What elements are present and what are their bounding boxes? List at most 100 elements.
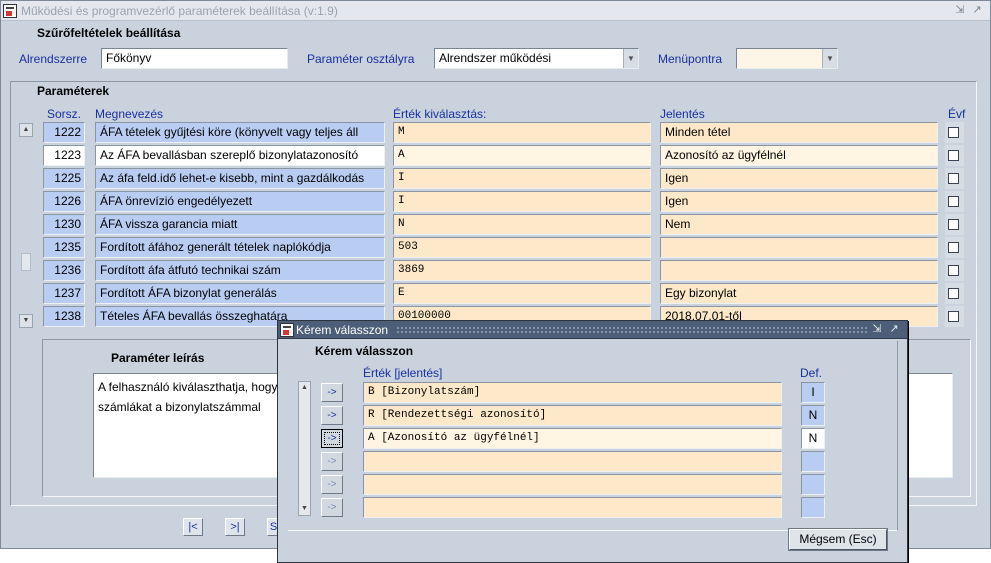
- subsystem-label: Alrendszerre: [19, 52, 88, 66]
- dialog-scrollbar[interactable]: ▲ ▼: [298, 381, 311, 516]
- row-meaning: [660, 260, 938, 281]
- select-arrow-button[interactable]: ->: [321, 383, 343, 402]
- header-num: Sorsz.: [47, 107, 82, 121]
- option-value[interactable]: [363, 451, 782, 472]
- row-num[interactable]: 1235: [43, 237, 85, 258]
- row-meaning: Nem: [660, 214, 938, 235]
- option-value[interactable]: [363, 474, 782, 495]
- row-value[interactable]: 3869: [393, 260, 651, 281]
- subsystem-field[interactable]: Főkönyv: [101, 48, 288, 69]
- maximize-icon[interactable]: ↗: [887, 322, 901, 336]
- row-num[interactable]: 1230: [43, 214, 85, 235]
- filters-panel: Alrendszerre Főkönyv Paraméter osztályra…: [10, 43, 977, 77]
- menu-select[interactable]: ▼: [736, 48, 838, 69]
- menu-label: Menüpontra: [658, 52, 723, 66]
- option-value[interactable]: B [Bizonylatszám]: [363, 382, 782, 403]
- select-arrow-button[interactable]: ->: [321, 475, 343, 494]
- select-arrow-button[interactable]: ->: [321, 452, 343, 471]
- titlebar-texture: [396, 326, 869, 334]
- row-name[interactable]: ÁFA vissza garancia miatt: [95, 214, 385, 235]
- option-def: N: [801, 428, 825, 449]
- row-checkbox[interactable]: [948, 127, 959, 138]
- option-value[interactable]: A [Azonosító az ügyfélnél]: [363, 428, 782, 449]
- option-def: [801, 451, 825, 472]
- header-year: Évf: [948, 107, 966, 121]
- dialog-titlebar: Kérem válasszon ⇲ ↗: [278, 321, 907, 339]
- description-title: Paraméter leírás: [111, 351, 205, 365]
- choice-dialog: Kérem válasszon ⇲ ↗ Kérem válasszon Érté…: [277, 320, 908, 563]
- row-name[interactable]: Fordított ÁFA bizonylat generálás: [95, 283, 385, 304]
- row-num[interactable]: 1222: [43, 122, 85, 143]
- main-titlebar: Működési és programvezérlő paraméterek b…: [1, 1, 990, 21]
- minimize-icon[interactable]: ⇲: [870, 322, 884, 336]
- window-title: Működési és programvezérlő paraméterek b…: [21, 4, 338, 18]
- row-value[interactable]: M: [393, 122, 651, 143]
- select-arrow-button[interactable]: ->: [321, 429, 343, 448]
- scroll-down-icon[interactable]: ▼: [299, 503, 310, 515]
- row-checkbox[interactable]: [948, 173, 959, 184]
- chevron-down-icon[interactable]: ▼: [822, 49, 837, 68]
- filters-title: Szűrőfeltételek beállítása: [37, 26, 181, 40]
- cancel-button[interactable]: Mégsem (Esc): [788, 528, 888, 551]
- header-value: Érték kiválasztás:: [393, 107, 487, 121]
- row-checkbox[interactable]: [948, 242, 959, 253]
- row-value[interactable]: A: [393, 145, 651, 166]
- row-checkbox[interactable]: [948, 288, 959, 299]
- row-checkbox[interactable]: [948, 196, 959, 207]
- option-def: [801, 497, 825, 518]
- option-def: N: [801, 405, 825, 426]
- row-meaning: [660, 237, 938, 258]
- scrollbar-thumb[interactable]: [21, 253, 31, 271]
- row-name[interactable]: ÁFA tételek gyűjtési köre (könyvelt vagy…: [95, 122, 385, 143]
- row-checkbox[interactable]: [948, 265, 959, 276]
- row-checkbox[interactable]: [948, 219, 959, 230]
- select-arrow-button[interactable]: ->: [321, 406, 343, 425]
- row-value[interactable]: 503: [393, 237, 651, 258]
- row-num[interactable]: 1238: [43, 306, 85, 327]
- scroll-up-icon[interactable]: ▲: [19, 123, 33, 137]
- option-def: [801, 474, 825, 495]
- select-arrow-button[interactable]: ->: [321, 498, 343, 517]
- dialog-title: Kérem válasszon: [296, 323, 389, 337]
- row-name[interactable]: Az ÁFA bevallásban szereplő bizonylatazo…: [95, 145, 385, 166]
- class-label: Paraméter osztályra: [307, 52, 415, 66]
- row-num[interactable]: 1225: [43, 168, 85, 189]
- app-icon: [3, 4, 17, 18]
- scroll-up-icon[interactable]: ▲: [299, 382, 310, 394]
- row-meaning: Azonosító az ügyfélnél: [660, 145, 938, 166]
- params-title: Paraméterek: [37, 84, 110, 98]
- row-name[interactable]: Fordított áfa átfutó technikai szám: [95, 260, 385, 281]
- option-def: I: [801, 382, 825, 403]
- option-value[interactable]: [363, 497, 782, 518]
- row-name[interactable]: Az áfa feld.idő lehet-e kisebb, mint a g…: [95, 168, 385, 189]
- class-select[interactable]: Alrendszer működési ▼: [434, 48, 639, 69]
- last-record-button[interactable]: >|: [225, 518, 245, 536]
- row-checkbox[interactable]: [948, 150, 959, 161]
- row-num[interactable]: 1226: [43, 191, 85, 212]
- row-num[interactable]: 1237: [43, 283, 85, 304]
- row-num[interactable]: 1236: [43, 260, 85, 281]
- row-value[interactable]: N: [393, 214, 651, 235]
- row-checkbox[interactable]: [948, 311, 959, 322]
- row-meaning: Igen: [660, 168, 938, 189]
- dialog-def-header: Def.: [800, 366, 823, 380]
- dialog-heading: Kérem válasszon: [315, 344, 414, 358]
- maximize-icon[interactable]: ↗: [970, 3, 984, 17]
- row-value[interactable]: I: [393, 168, 651, 189]
- scroll-down-icon[interactable]: ▼: [19, 314, 33, 328]
- row-meaning: Egy bizonylat: [660, 283, 938, 304]
- row-meaning: Minden tétel: [660, 122, 938, 143]
- row-meaning: Igen: [660, 191, 938, 212]
- row-value[interactable]: E: [393, 283, 651, 304]
- header-meaning: Jelentés: [660, 107, 705, 121]
- row-num[interactable]: 1223: [43, 145, 85, 166]
- row-name[interactable]: ÁFA önrevízió engedélyezett: [95, 191, 385, 212]
- class-select-value: Alrendszer működési: [439, 51, 552, 65]
- chevron-down-icon[interactable]: ▼: [623, 49, 638, 68]
- option-value[interactable]: R [Rendezettségi azonosító]: [363, 405, 782, 426]
- first-record-button[interactable]: |<: [183, 518, 203, 536]
- header-name: Megnevezés: [95, 107, 164, 121]
- minimize-icon[interactable]: ⇲: [953, 3, 967, 17]
- row-name[interactable]: Fordított áfához generált tételek naplók…: [95, 237, 385, 258]
- row-value[interactable]: I: [393, 191, 651, 212]
